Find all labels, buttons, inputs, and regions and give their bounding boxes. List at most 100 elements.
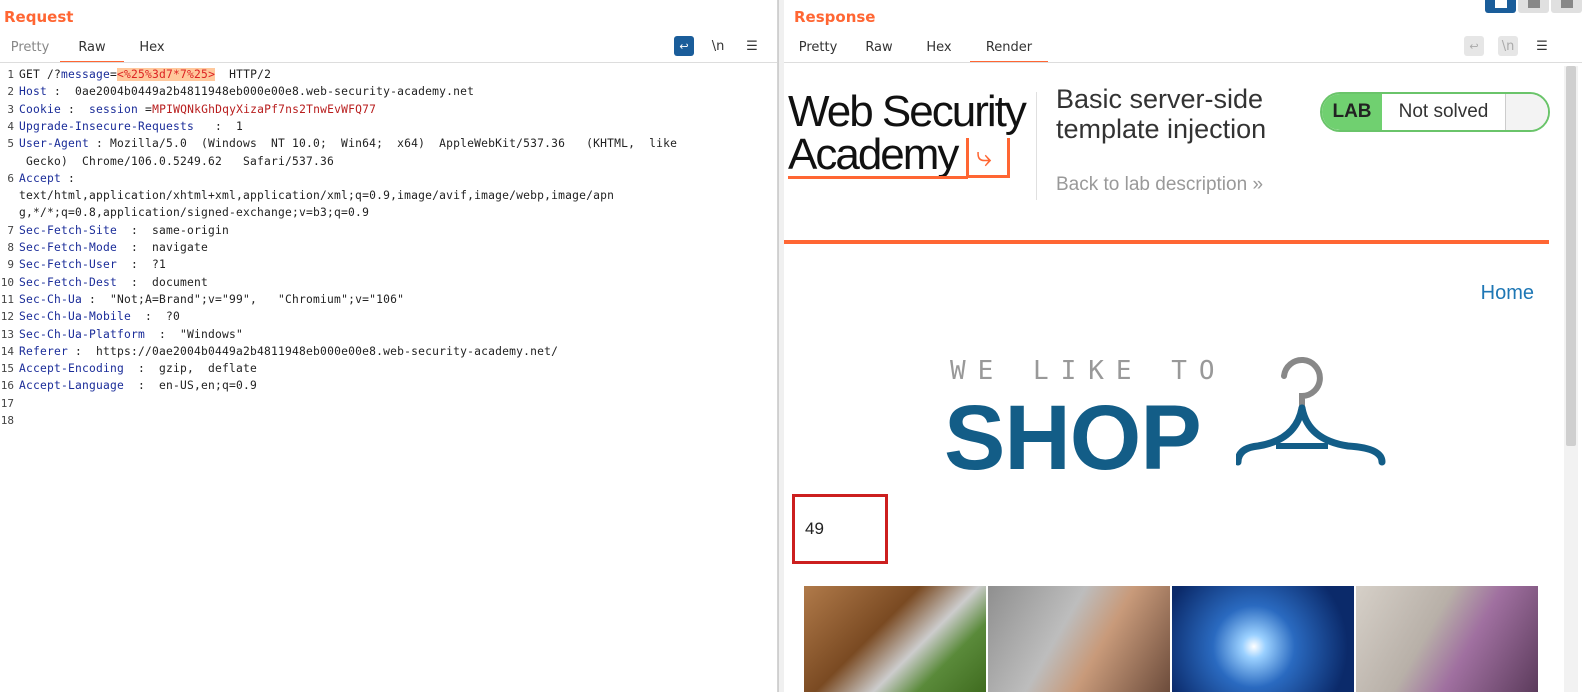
editor-line[interactable]: 18: [0, 412, 776, 429]
lab-status-text: Not solved: [1382, 94, 1506, 130]
header-key: Accept-Language: [19, 379, 125, 393]
code-text: : document: [117, 275, 209, 289]
line-code: Sec-Ch-Ua-Mobile : ?0: [19, 308, 180, 325]
product-thumbnail[interactable]: [988, 586, 1170, 692]
line-number: 7: [7, 223, 14, 237]
layout-stacked-icon[interactable]: [1518, 0, 1549, 13]
wrap-lines-icon[interactable]: ↩: [1464, 36, 1484, 56]
code-text: : gzip, deflate: [124, 362, 258, 376]
line-number: 8: [7, 241, 14, 254]
line-code: Cookie : session =MPIWQNkGhDqyXizaPf7ns2…: [19, 101, 376, 118]
line-number: 1: [7, 68, 14, 81]
header-key: Sec-Ch-Ua: [19, 292, 83, 306]
tab-request-raw[interactable]: Raw: [60, 36, 124, 63]
editor-line[interactable]: 17: [0, 395, 776, 412]
line-number: 5: [7, 137, 14, 151]
header-key: Sec-Fetch-User: [19, 258, 118, 272]
hanger-icon: [1236, 357, 1386, 466]
newline-icon[interactable]: \n: [1498, 36, 1518, 56]
menu-icon[interactable]: ☰: [1532, 36, 1552, 56]
editor-line[interactable]: 15 Accept-Encoding : gzip, deflate: [0, 360, 776, 377]
template-output-box: 49: [792, 494, 888, 564]
product-thumbnail[interactable]: [804, 586, 986, 692]
editor-line[interactable]: 5 User-Agent : Mozilla/5.0 (Windows NT 10…: [0, 135, 776, 152]
lab-title: Basic server-side template injection: [1056, 84, 1267, 144]
line-number: 2: [7, 85, 14, 99]
param-name: message: [61, 68, 111, 81]
editor-line[interactable]: 9 Sec-Fetch-User : ?1: [0, 256, 776, 273]
line-code: Accept-Language : en-US,en;q=0.9: [19, 377, 257, 394]
editor-line[interactable]: Gecko) Chrome/106.0.5249.62 Safari/537.3…: [0, 153, 776, 170]
editor-line[interactable]: 1 GET /?message=<%25%3d7*7%25> HTTP/2: [0, 66, 776, 83]
tab-response-render[interactable]: Render: [970, 36, 1048, 63]
header-key: session: [89, 102, 139, 116]
editor-line[interactable]: 14 Referer : https://0ae2004b0449a2b48119…: [0, 343, 776, 360]
code-text: :: [61, 171, 76, 185]
line-code: User-Agent : Mozilla/5.0 (Windows NT 10.…: [19, 135, 677, 152]
code-text: g,*/*;q=0.8,application/signed-exchange;…: [19, 206, 370, 220]
line-number: 3: [7, 102, 14, 116]
academy-logo[interactable]: Web Security Academy ⤷: [788, 90, 1038, 182]
product-thumbnails: [804, 586, 1538, 692]
code-text: : ?0: [131, 310, 181, 324]
line-number: 9: [7, 258, 14, 272]
wrap-lines-icon[interactable]: ↩: [674, 36, 694, 56]
code-text: =: [138, 102, 153, 116]
line-code: Accept-Encoding : gzip, deflate: [19, 360, 257, 377]
request-editor[interactable]: 1 GET /?message=<%25%3d7*7%25> HTTP/2 2 Hos…: [0, 66, 776, 692]
home-link[interactable]: Home: [1481, 282, 1534, 305]
code-text: : ?1: [117, 258, 167, 272]
tab-response-pretty[interactable]: Pretty: [786, 36, 850, 63]
editor-line[interactable]: 13 Sec-Ch-Ua-Platform : "Windows": [0, 326, 776, 343]
response-tabs: Pretty Raw Hex Render: [786, 36, 1048, 64]
line-code: Sec-Fetch-Mode : navigate: [19, 239, 208, 256]
editor-line[interactable]: 11 Sec-Ch-Ua : "Not;A=Brand";v="99", "Chr…: [0, 291, 776, 308]
logo-underline: [788, 176, 968, 179]
code-text: : navigate: [117, 241, 209, 254]
editor-line[interactable]: 8 Sec-Fetch-Mode : navigate: [0, 239, 776, 256]
code-text: : "Windows": [145, 327, 244, 341]
product-thumbnail[interactable]: [1356, 586, 1538, 692]
render-scroll-thumb[interactable]: [1566, 66, 1576, 446]
back-to-lab-link[interactable]: Back to lab description »: [1056, 174, 1263, 196]
code-text: : same-origin: [117, 223, 230, 237]
editor-line[interactable]: g,*/*;q=0.8,application/signed-exchange;…: [0, 204, 776, 221]
header-key: Referer: [19, 344, 69, 358]
code-text: Gecko) Chrome/106.0.5249.62 Safari/537.3…: [19, 154, 335, 168]
editor-line[interactable]: 4 Upgrade-Insecure-Requests : 1: [0, 118, 776, 135]
tab-response-raw[interactable]: Raw: [850, 36, 908, 63]
product-thumbnail[interactable]: [1172, 586, 1354, 692]
code-text: : https://0ae2004b0449a2b4811948eb000e00…: [68, 344, 559, 358]
tab-request-pretty[interactable]: Pretty: [0, 36, 60, 63]
line-number: 10: [0, 275, 14, 289]
header-key: Sec-Fetch-Site: [19, 223, 118, 237]
editor-line[interactable]: 6 Accept :: [0, 170, 776, 187]
line-number: 4: [7, 119, 14, 133]
request-tab-underline: [0, 62, 777, 63]
response-title: Response: [794, 8, 876, 26]
tab-response-hex[interactable]: Hex: [908, 36, 970, 63]
line-code: Sec-Fetch-Site : same-origin: [19, 222, 229, 239]
editor-line[interactable]: 16 Accept-Language : en-US,en;q=0.9: [0, 377, 776, 394]
newline-icon[interactable]: \n: [708, 36, 728, 56]
header-key: Sec-Fetch-Dest: [19, 275, 118, 289]
editor-line[interactable]: 10 Sec-Fetch-Dest : document: [0, 274, 776, 291]
line-code: Host : 0ae2004b0449a2b4811948eb000e00e8.…: [19, 83, 474, 100]
line-code: GET /?message=<%25%3d7*7%25> HTTP/2: [19, 66, 271, 83]
lightning-icon: ⤷: [976, 140, 992, 173]
line-code: g,*/*;q=0.8,application/signed-exchange;…: [19, 204, 369, 221]
layout-side-by-side-icon[interactable]: [1485, 0, 1516, 13]
editor-line[interactable]: 3 Cookie : session =MPIWQNkGhDqyXizaPf7ns…: [0, 101, 776, 118]
code-text: text/html,application/xhtml+xml,applicat…: [19, 189, 615, 203]
tab-request-hex[interactable]: Hex: [124, 36, 180, 63]
editor-line[interactable]: text/html,application/xhtml+xml,applicat…: [0, 187, 776, 204]
header-key: Accept: [19, 171, 62, 185]
render-scrollbar[interactable]: [1564, 66, 1578, 692]
request-pane: Request Pretty Raw Hex ↩ \n ☰ 1 GET /?mes…: [0, 0, 778, 692]
editor-line[interactable]: 7 Sec-Fetch-Site : same-origin: [0, 222, 776, 239]
menu-icon[interactable]: ☰: [742, 36, 762, 56]
editor-line[interactable]: 12 Sec-Ch-Ua-Mobile : ?0: [0, 308, 776, 325]
header-key: Sec-Ch-Ua-Mobile: [19, 310, 132, 324]
layout-tabbed-icon[interactable]: [1551, 0, 1582, 13]
editor-line[interactable]: 2 Host : 0ae2004b0449a2b4811948eb000e00e8…: [0, 83, 776, 100]
